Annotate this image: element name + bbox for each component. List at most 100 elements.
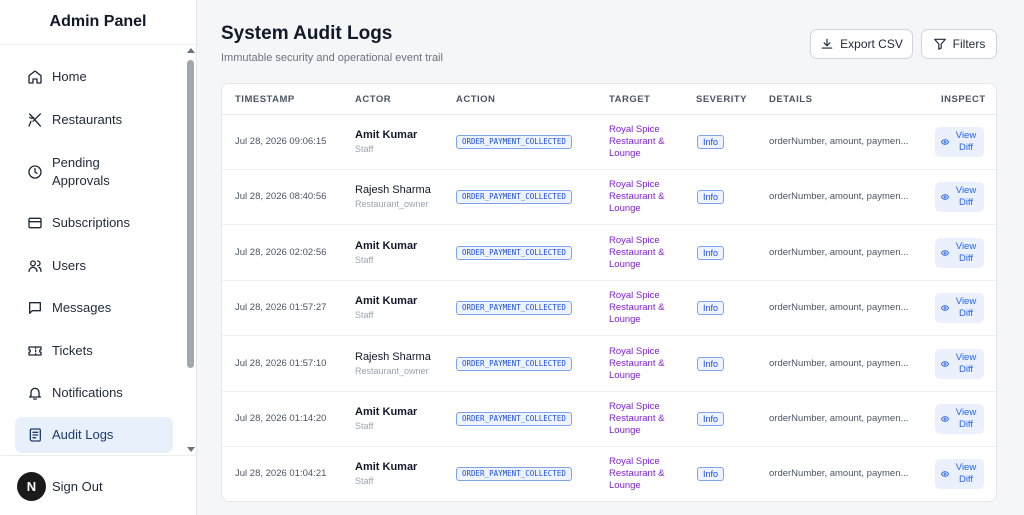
sidebar-item-label: Restaurants [52, 112, 123, 127]
eye-icon [941, 415, 949, 423]
table-header: TIMESTAMP ACTOR ACTION TARGET SEVERITY D… [222, 84, 996, 115]
view-diff-label: View Diff [955, 407, 977, 430]
eye-icon [941, 304, 949, 312]
sidebar-item-label: Tickets [52, 343, 93, 358]
actor-role: Staff [355, 254, 374, 265]
sidebar-scrollbar[interactable] [186, 46, 196, 454]
actor-name: Amit Kumar [355, 461, 418, 474]
eye-icon [941, 249, 949, 257]
filters-label: Filters [952, 37, 986, 51]
view-diff-label: View Diff [955, 296, 977, 320]
sidebar-item-label: Notifications [52, 385, 123, 400]
timestamp-cell: Jul 28, 2026 09:06:15 [235, 136, 327, 147]
eye-icon [941, 470, 949, 478]
action-badge: ORDER_PAYMENT_COLLECTED [456, 301, 572, 316]
actor-name: Amit Kumar [355, 239, 418, 252]
actor-name: Amit Kumar [355, 295, 418, 308]
timestamp-cell: Jul 28, 2026 02:02:56 [235, 246, 327, 258]
target-link[interactable]: Royal Spice Restaurant & Lounge [609, 401, 679, 437]
sidebar-item-users[interactable]: Users [15, 252, 173, 280]
details-cell: orderNumber, amount, paymen... [769, 246, 909, 258]
view-diff-button[interactable]: View Diff [935, 182, 984, 213]
column-header-inspect: INSPECT [941, 94, 986, 105]
timestamp-cell: Jul 28, 2026 01:57:27 [235, 302, 327, 314]
details-cell: orderNumber, amount, paymen... [769, 413, 909, 424]
message-icon [26, 299, 44, 317]
sidebar-item-messages[interactable]: Messages [15, 294, 173, 322]
page-subtitle: Immutable security and operational event… [221, 52, 443, 64]
sidebar-item-notifications[interactable]: Notifications [15, 379, 173, 407]
severity-badge: Info [697, 467, 725, 482]
timestamp-cell: Jul 28, 2026 01:04:21 [235, 468, 327, 480]
sidebar-item-home[interactable]: Home [15, 63, 173, 91]
table-row: Jul 28, 2026 01:04:21 Amit Kumar Staff ORDE… [222, 447, 996, 501]
utensils-icon [26, 111, 44, 129]
scrollbar-thumb[interactable] [187, 60, 194, 368]
filter-icon [933, 37, 947, 51]
sidebar-item-pending-approvals[interactable]: Pending Approvals [15, 150, 173, 194]
actor-name: Rajesh Sharma [355, 350, 431, 363]
sidebar-item-restaurants[interactable]: Restaurants [15, 106, 173, 134]
column-header-actor: ACTOR [355, 94, 392, 105]
target-link[interactable]: Royal Spice Restaurant & Lounge [609, 124, 679, 160]
view-diff-button[interactable]: View Diff [935, 348, 984, 379]
export-csv-button[interactable]: Export CSV [810, 29, 913, 59]
view-diff-button[interactable]: View Diff [935, 237, 984, 268]
sidebar-footer: N Sign Out [0, 455, 197, 515]
audit-log-table: TIMESTAMP ACTOR ACTION TARGET SEVERITY D… [221, 83, 997, 502]
column-header-severity: SEVERITY [696, 94, 747, 105]
view-diff-button[interactable]: View Diff [935, 459, 984, 490]
target-link[interactable]: Royal Spice Restaurant & Lounge [609, 346, 679, 382]
view-diff-button[interactable]: View Diff [935, 293, 984, 324]
view-diff-button[interactable]: View Diff [935, 127, 984, 157]
target-link[interactable]: Royal Spice Restaurant & Lounge [609, 290, 679, 326]
scroll-up-arrow-icon[interactable] [187, 48, 195, 53]
action-badge: ORDER_PAYMENT_COLLECTED [456, 412, 572, 426]
filters-button[interactable]: Filters [921, 29, 997, 59]
action-badge: ORDER_PAYMENT_COLLECTED [456, 356, 572, 371]
timestamp-cell: Jul 28, 2026 01:14:20 [235, 413, 327, 424]
target-link[interactable]: Royal Spice Restaurant & Lounge [609, 235, 679, 271]
view-diff-label: View Diff [955, 240, 977, 264]
actor-name: Amit Kumar [355, 129, 418, 141]
scroll-down-arrow-icon[interactable] [187, 447, 195, 452]
severity-badge: Info [697, 135, 725, 149]
sidebar-item-tickets[interactable]: Tickets [15, 337, 173, 365]
export-csv-label: Export CSV [840, 37, 903, 51]
column-header-action: ACTION [456, 94, 496, 105]
details-cell: orderNumber, amount, paymen... [769, 357, 909, 369]
actor-role: Staff [355, 310, 374, 321]
sidebar-title: Admin Panel [0, 0, 196, 45]
sidebar-item-label: Pending Approvals [52, 155, 110, 188]
action-badge: ORDER_PAYMENT_COLLECTED [456, 245, 572, 260]
avatar: N [17, 472, 46, 501]
timestamp-cell: Jul 28, 2026 08:40:56 [235, 191, 327, 203]
ticket-icon [26, 342, 44, 360]
actor-role: Staff [355, 421, 374, 431]
sidebar-nav: Home Restaurants Pending Approvals Subsc… [0, 46, 186, 454]
table-row: Jul 28, 2026 09:06:15 Amit Kumar Staff ORDE… [222, 115, 996, 170]
sign-out-label: Sign Out [52, 479, 103, 494]
target-link[interactable]: Royal Spice Restaurant & Lounge [609, 456, 679, 492]
column-header-details: DETAILS [769, 94, 813, 105]
action-badge: ORDER_PAYMENT_COLLECTED [456, 190, 572, 205]
table-row: Jul 28, 2026 01:14:20 Amit Kumar Staff ORDE… [222, 392, 996, 447]
sidebar-item-audit-logs[interactable]: Audit Logs [15, 417, 173, 453]
view-diff-button[interactable]: View Diff [935, 404, 984, 434]
action-badge: ORDER_PAYMENT_COLLECTED [456, 135, 572, 149]
users-icon [26, 257, 44, 275]
details-cell: orderNumber, amount, paymen... [769, 468, 909, 480]
view-diff-label: View Diff [955, 185, 977, 209]
sidebar-item-subscriptions[interactable]: Subscriptions [15, 209, 173, 237]
eye-icon [941, 360, 949, 368]
severity-badge: Info [697, 356, 725, 371]
scroll-icon [26, 426, 44, 444]
target-link[interactable]: Royal Spice Restaurant & Lounge [609, 179, 679, 215]
clock-icon [26, 163, 44, 181]
sign-out-button[interactable]: N Sign Out [17, 472, 103, 501]
view-diff-label: View Diff [955, 351, 977, 375]
view-diff-label: View Diff [955, 462, 977, 486]
download-icon [820, 37, 834, 51]
sidebar-item-label: Audit Logs [52, 427, 114, 442]
severity-badge: Info [697, 245, 725, 260]
